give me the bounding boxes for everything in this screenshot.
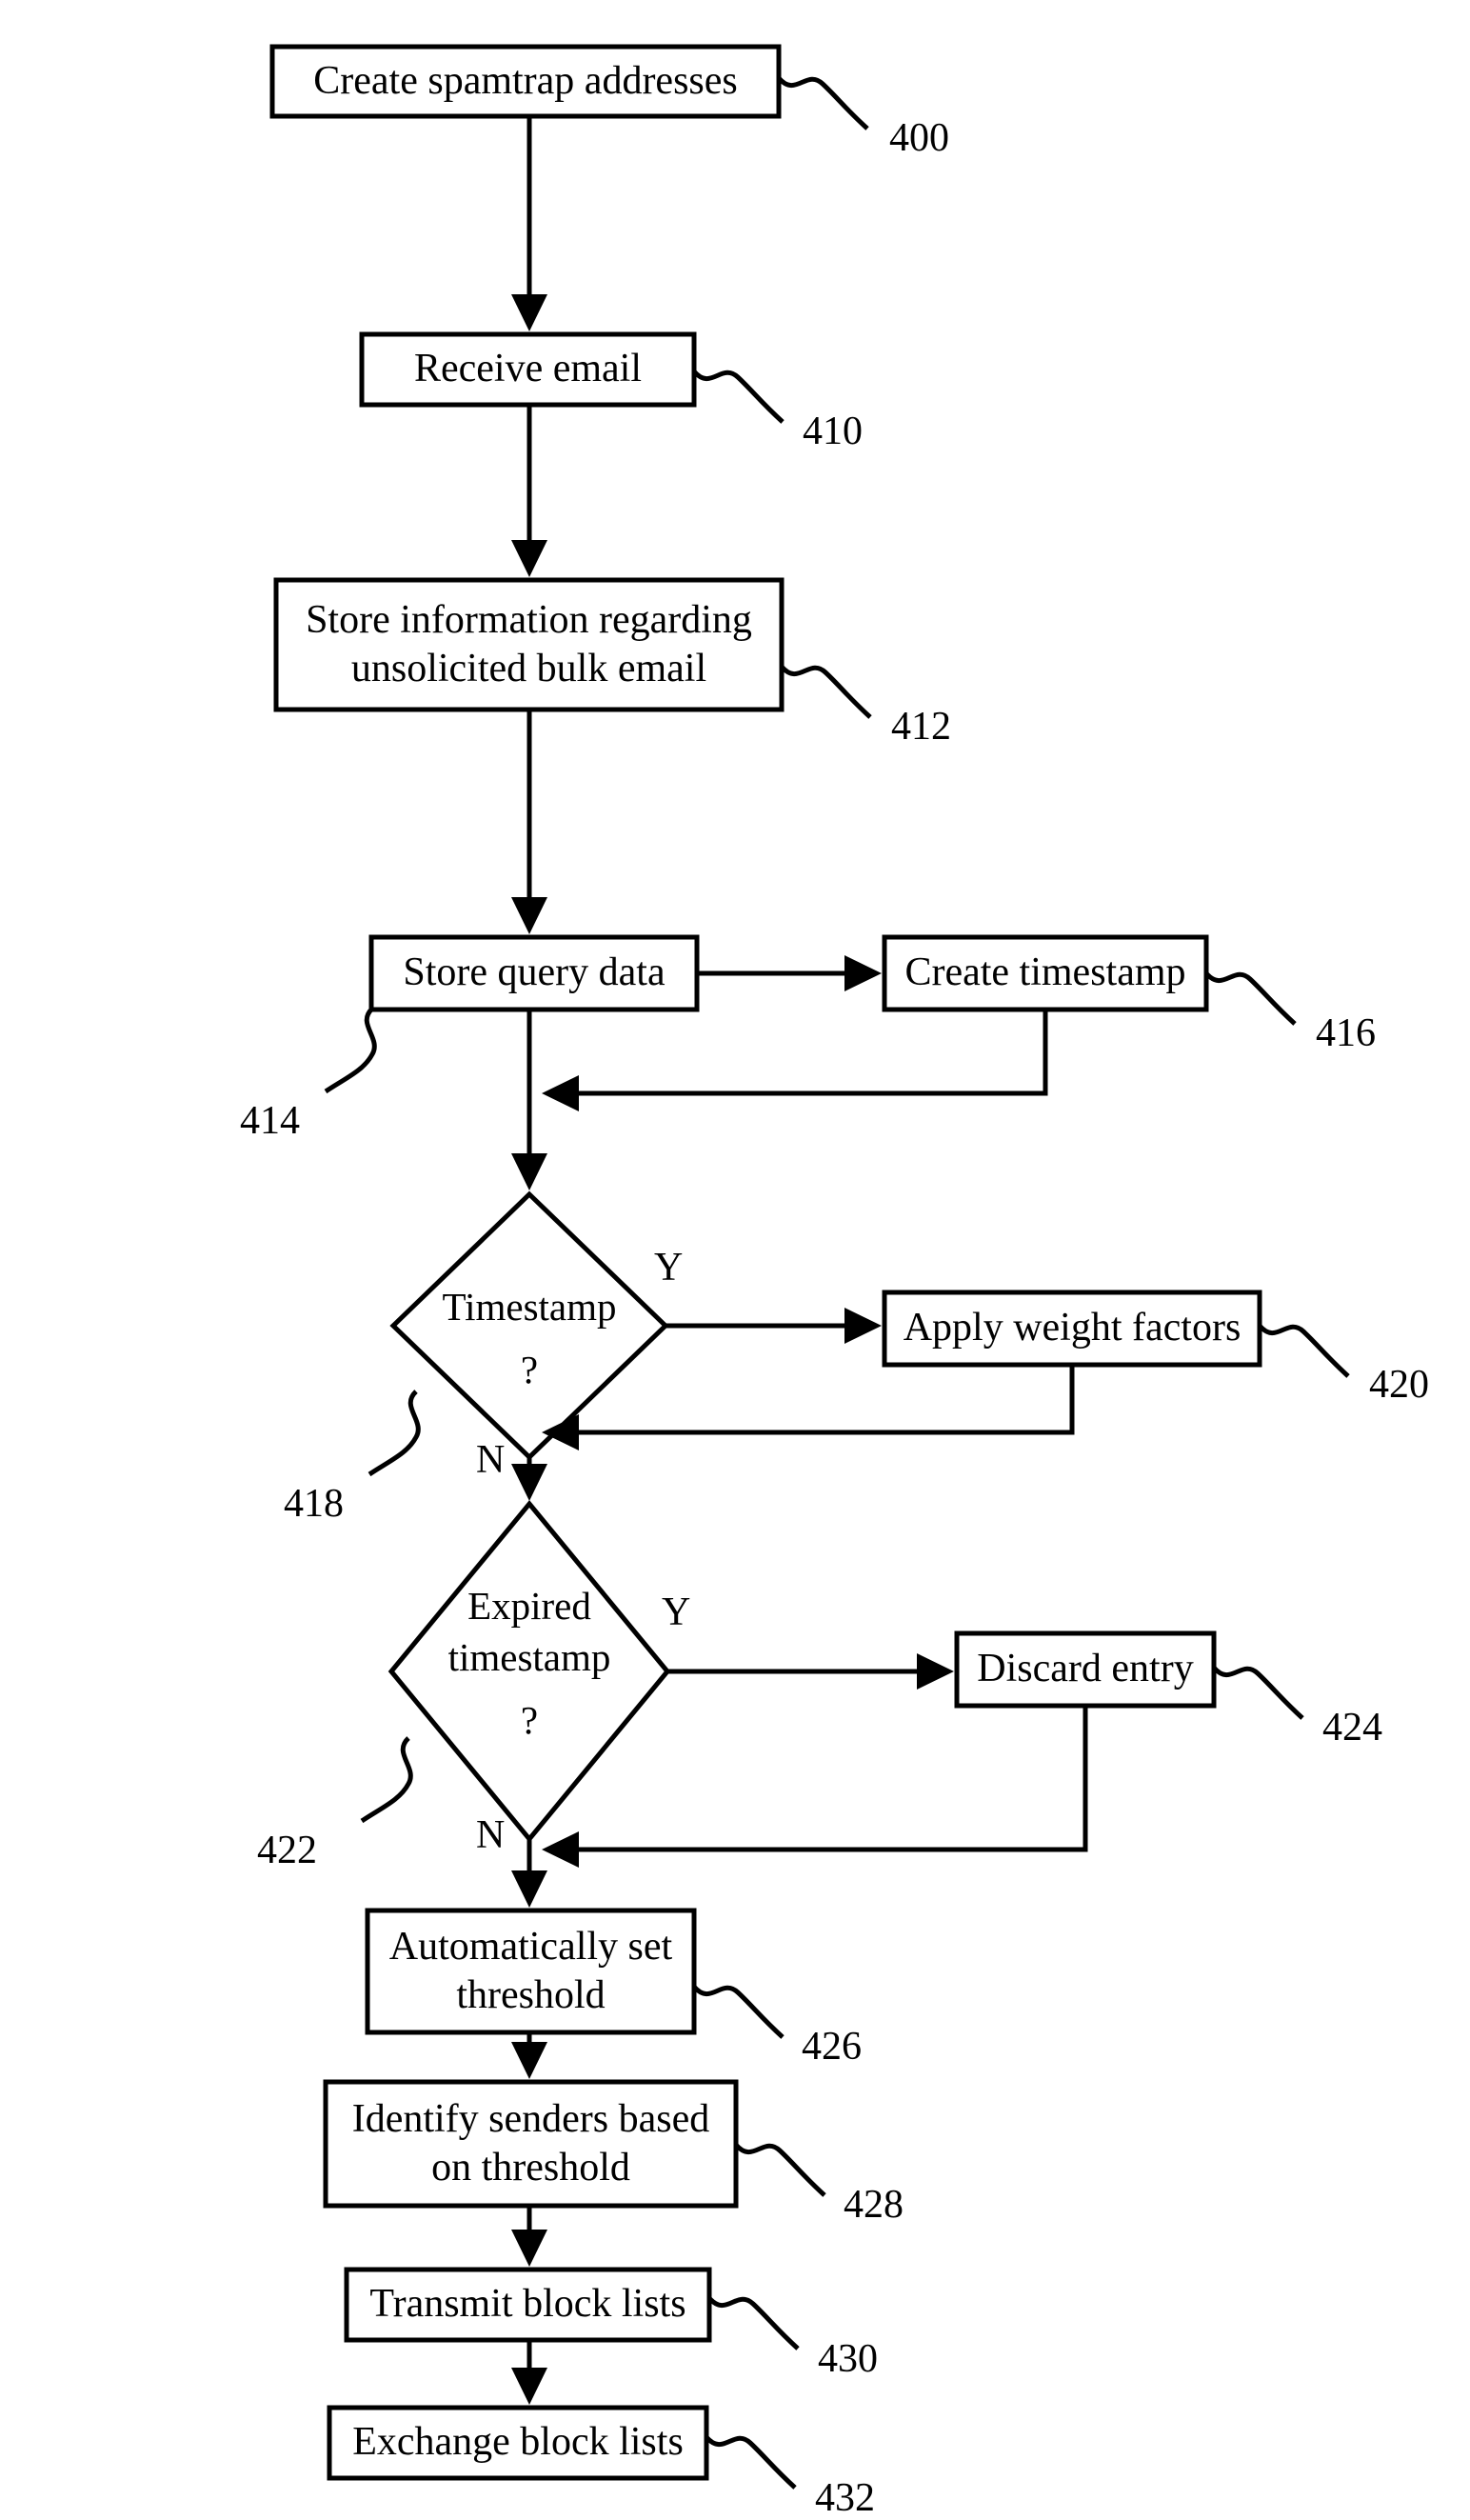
label-expired-qmark: ? (406, 1698, 653, 1742)
ref-number-432: 432 (815, 2476, 875, 2520)
label-automatically-set-threshold-line1: Automatically set (388, 1924, 673, 1969)
label-identify-senders-line2: on threshold (431, 2146, 630, 2190)
label-receive-email[interactable]: Receive email (362, 334, 694, 405)
branch-label-422-no: N (476, 1813, 506, 1857)
label-store-information-line1: Store information regarding (306, 597, 752, 642)
label-expired-qmark-line1: ? (520, 1698, 539, 1742)
label-identify-senders[interactable]: Identify senders based on threshold (326, 2082, 736, 2206)
leader-400 (777, 76, 869, 130)
ref-number-426: 426 (802, 2025, 862, 2069)
ref-number-414: 414 (240, 1099, 300, 1143)
leader-428 (734, 2143, 826, 2197)
figure-4-root: Create spamtrap addresses Receive email St… (0, 0, 1470, 2520)
label-store-query-data-line1: Store query data (403, 950, 665, 995)
label-apply-weight-factors[interactable]: Apply weight factors (884, 1292, 1260, 1365)
label-apply-weight-factors-line1: Apply weight factors (903, 1306, 1242, 1350)
leader-424 (1212, 1666, 1304, 1720)
label-timestamp-text-line1: Timestamp (442, 1285, 617, 1329)
label-automatically-set-threshold[interactable]: Automatically set threshold (368, 1910, 694, 2032)
leader-412 (780, 665, 872, 719)
ref-number-410: 410 (803, 410, 863, 453)
label-store-information-line2: unsolicited bulk email (350, 647, 707, 690)
leader-410 (692, 370, 785, 424)
label-receive-email-line1: Receive email (413, 347, 643, 391)
label-expired-line2-line1: timestamp (447, 1635, 611, 1679)
label-transmit-block-lists[interactable]: Transmit block lists (347, 2270, 709, 2340)
leader-426 (692, 1985, 785, 2039)
label-timestamp-qmark-line1: ? (520, 1348, 539, 1391)
leader-414 (324, 1007, 377, 1094)
label-create-timestamp[interactable]: Create timestamp (884, 937, 1206, 1010)
label-discard-entry[interactable]: Discard entry (957, 1633, 1214, 1706)
label-store-information[interactable]: Store information regarding unsolicited b… (276, 580, 782, 710)
label-expired-line2: timestamp (406, 1635, 653, 1679)
ref-number-430: 430 (818, 2337, 878, 2381)
label-store-query-data[interactable]: Store query data (371, 937, 697, 1010)
ref-number-428: 428 (844, 2183, 904, 2227)
ref-number-400: 400 (889, 116, 949, 160)
ref-number-412: 412 (891, 705, 951, 749)
label-automatically-set-threshold-line2: threshold (456, 1973, 606, 2017)
leader-416 (1204, 971, 1297, 1026)
leader-420 (1258, 1324, 1350, 1378)
leader-418 (368, 1390, 421, 1477)
label-timestamp-qmark: ? (410, 1348, 648, 1391)
label-expired-line1-line1: Expired (467, 1584, 591, 1628)
label-expired-line1: Expired (406, 1584, 653, 1628)
label-identify-senders-line1: Identify senders based (351, 2096, 710, 2141)
ref-number-424: 424 (1322, 1706, 1382, 1750)
branch-label-422-yes: Y (662, 1590, 691, 1634)
leader-422 (360, 1736, 413, 1824)
branch-label-418-yes: Y (654, 1246, 684, 1290)
ref-number-416: 416 (1316, 1011, 1376, 1055)
ref-number-418: 418 (284, 1482, 344, 1526)
branch-label-418-no: N (476, 1438, 506, 1482)
label-create-spamtrap-addresses[interactable]: Create spamtrap addresses (272, 47, 779, 116)
leader-430 (707, 2296, 800, 2350)
arrow-416-merge-back (542, 1010, 1048, 1111)
ref-number-420: 420 (1369, 1363, 1429, 1407)
label-transmit-block-lists-line1: Transmit block lists (369, 2282, 686, 2327)
label-exchange-block-lists-line1: Exchange block lists (352, 2420, 684, 2465)
label-create-spamtrap-addresses-line1: Create spamtrap addresses (313, 58, 738, 103)
label-create-timestamp-line1: Create timestamp (904, 950, 1186, 995)
label-discard-entry-line1: Discard entry (977, 1647, 1194, 1691)
ref-number-422: 422 (257, 1829, 317, 1872)
leader-432 (705, 2435, 797, 2490)
label-timestamp-text: Timestamp (410, 1285, 648, 1329)
label-exchange-block-lists[interactable]: Exchange block lists (329, 2408, 706, 2478)
